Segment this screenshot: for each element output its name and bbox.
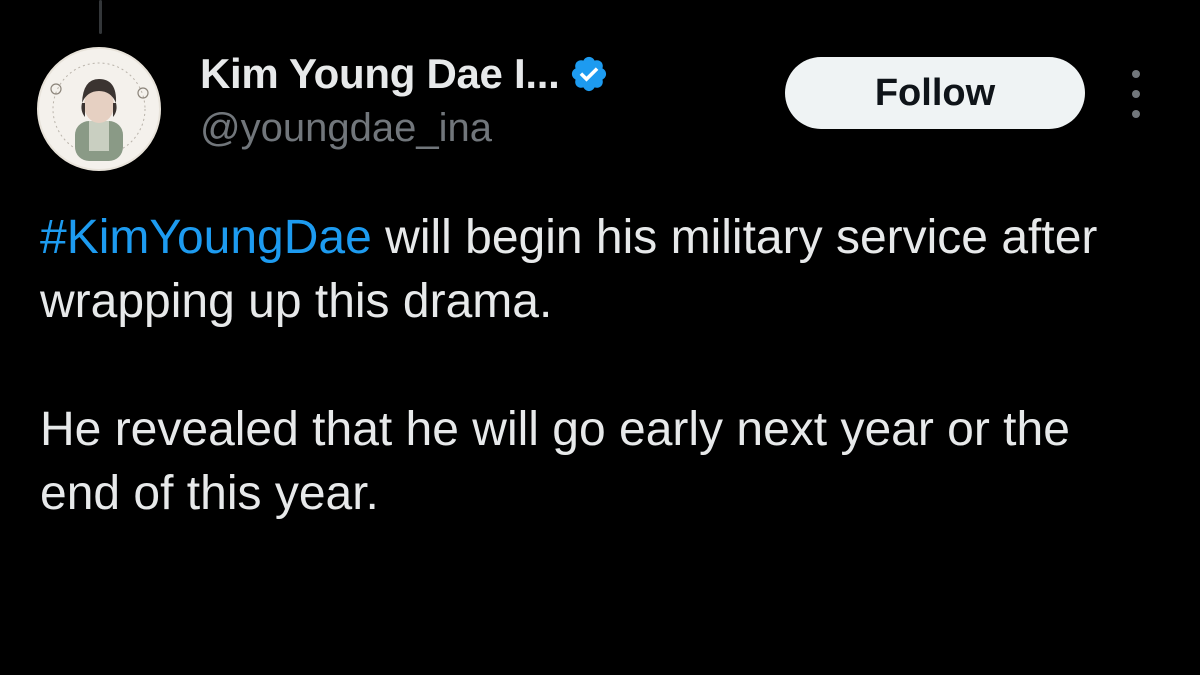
- verified-badge-icon: [569, 54, 609, 94]
- more-dot: [1132, 70, 1140, 78]
- follow-button[interactable]: Follow: [785, 57, 1085, 129]
- more-dot: [1132, 90, 1140, 98]
- more-vertical-icon[interactable]: [1124, 70, 1148, 118]
- author-handle[interactable]: @youngdae_ina: [200, 106, 492, 151]
- author-display-name[interactable]: Kim Young Dae I...: [200, 50, 560, 98]
- tweet-paragraph-1: #KimYoungDae will begin his military ser…: [40, 206, 1160, 334]
- hashtag-link[interactable]: #KimYoungDae: [40, 211, 372, 264]
- thread-connector-line: [99, 0, 102, 34]
- tweet-paragraph-2: He revealed that he will go early next y…: [40, 403, 1070, 520]
- more-dot: [1132, 110, 1140, 118]
- tweet-text: #KimYoungDae will begin his military ser…: [40, 206, 1160, 526]
- avatar[interactable]: [37, 47, 161, 171]
- author-name-row[interactable]: Kim Young Dae I...: [200, 44, 609, 104]
- avatar-image: [41, 51, 157, 167]
